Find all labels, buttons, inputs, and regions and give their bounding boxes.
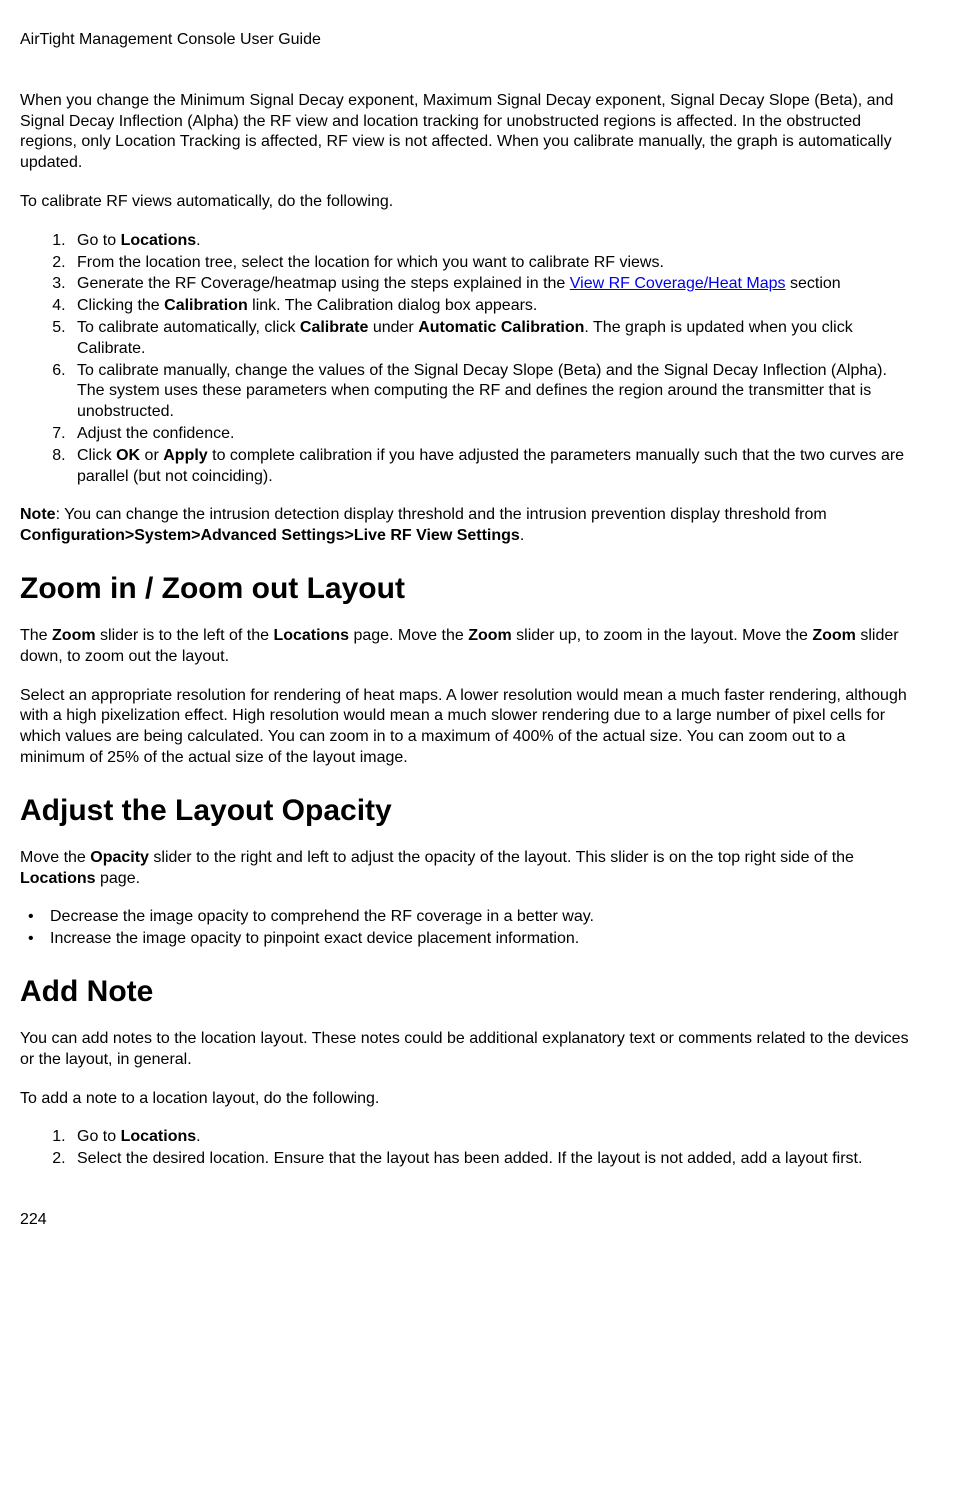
page-number: 224: [20, 1210, 912, 1231]
zoom-paragraph-2: Select an appropriate resolution for ren…: [20, 686, 912, 769]
document-header: AirTight Management Console User Guide: [20, 30, 912, 51]
list-item: To calibrate automatically, click Calibr…: [70, 318, 912, 360]
zoom-paragraph-1: The Zoom slider is to the left of the Lo…: [20, 626, 912, 668]
list-item: Clicking the Calibration link. The Calib…: [70, 296, 912, 317]
list-item: Adjust the confidence.: [70, 424, 912, 445]
rf-coverage-link[interactable]: View RF Coverage/Heat Maps: [570, 275, 786, 292]
opacity-bullets: Decrease the image opacity to comprehend…: [20, 907, 912, 950]
zoom-heading: Zoom in / Zoom out Layout: [20, 569, 912, 608]
list-item: Increase the image opacity to pinpoint e…: [50, 929, 912, 950]
note-paragraph: Note: You can change the intrusion detec…: [20, 505, 912, 547]
list-item: Click OK or Apply to complete calibratio…: [70, 446, 912, 488]
list-item: Go to Locations.: [70, 1127, 912, 1148]
addnote-paragraph-1: You can add notes to the location layout…: [20, 1029, 912, 1071]
addnote-heading: Add Note: [20, 972, 912, 1011]
list-item: Generate the RF Coverage/heatmap using t…: [70, 274, 912, 295]
list-item: From the location tree, select the locat…: [70, 253, 912, 274]
list-item: Decrease the image opacity to comprehend…: [50, 907, 912, 928]
addnote-paragraph-2: To add a note to a location layout, do t…: [20, 1089, 912, 1110]
calibrate-intro: To calibrate RF views automatically, do …: [20, 192, 912, 213]
intro-paragraph: When you change the Minimum Signal Decay…: [20, 91, 912, 174]
opacity-heading: Adjust the Layout Opacity: [20, 791, 912, 830]
list-item: Select the desired location. Ensure that…: [70, 1149, 912, 1170]
list-item: To calibrate manually, change the values…: [70, 361, 912, 423]
opacity-paragraph: Move the Opacity slider to the right and…: [20, 848, 912, 890]
addnote-steps-list: Go to Locations. Select the desired loca…: [20, 1127, 912, 1170]
calibrate-steps-list: Go to Locations. From the location tree,…: [20, 231, 912, 488]
list-item: Go to Locations.: [70, 231, 912, 252]
